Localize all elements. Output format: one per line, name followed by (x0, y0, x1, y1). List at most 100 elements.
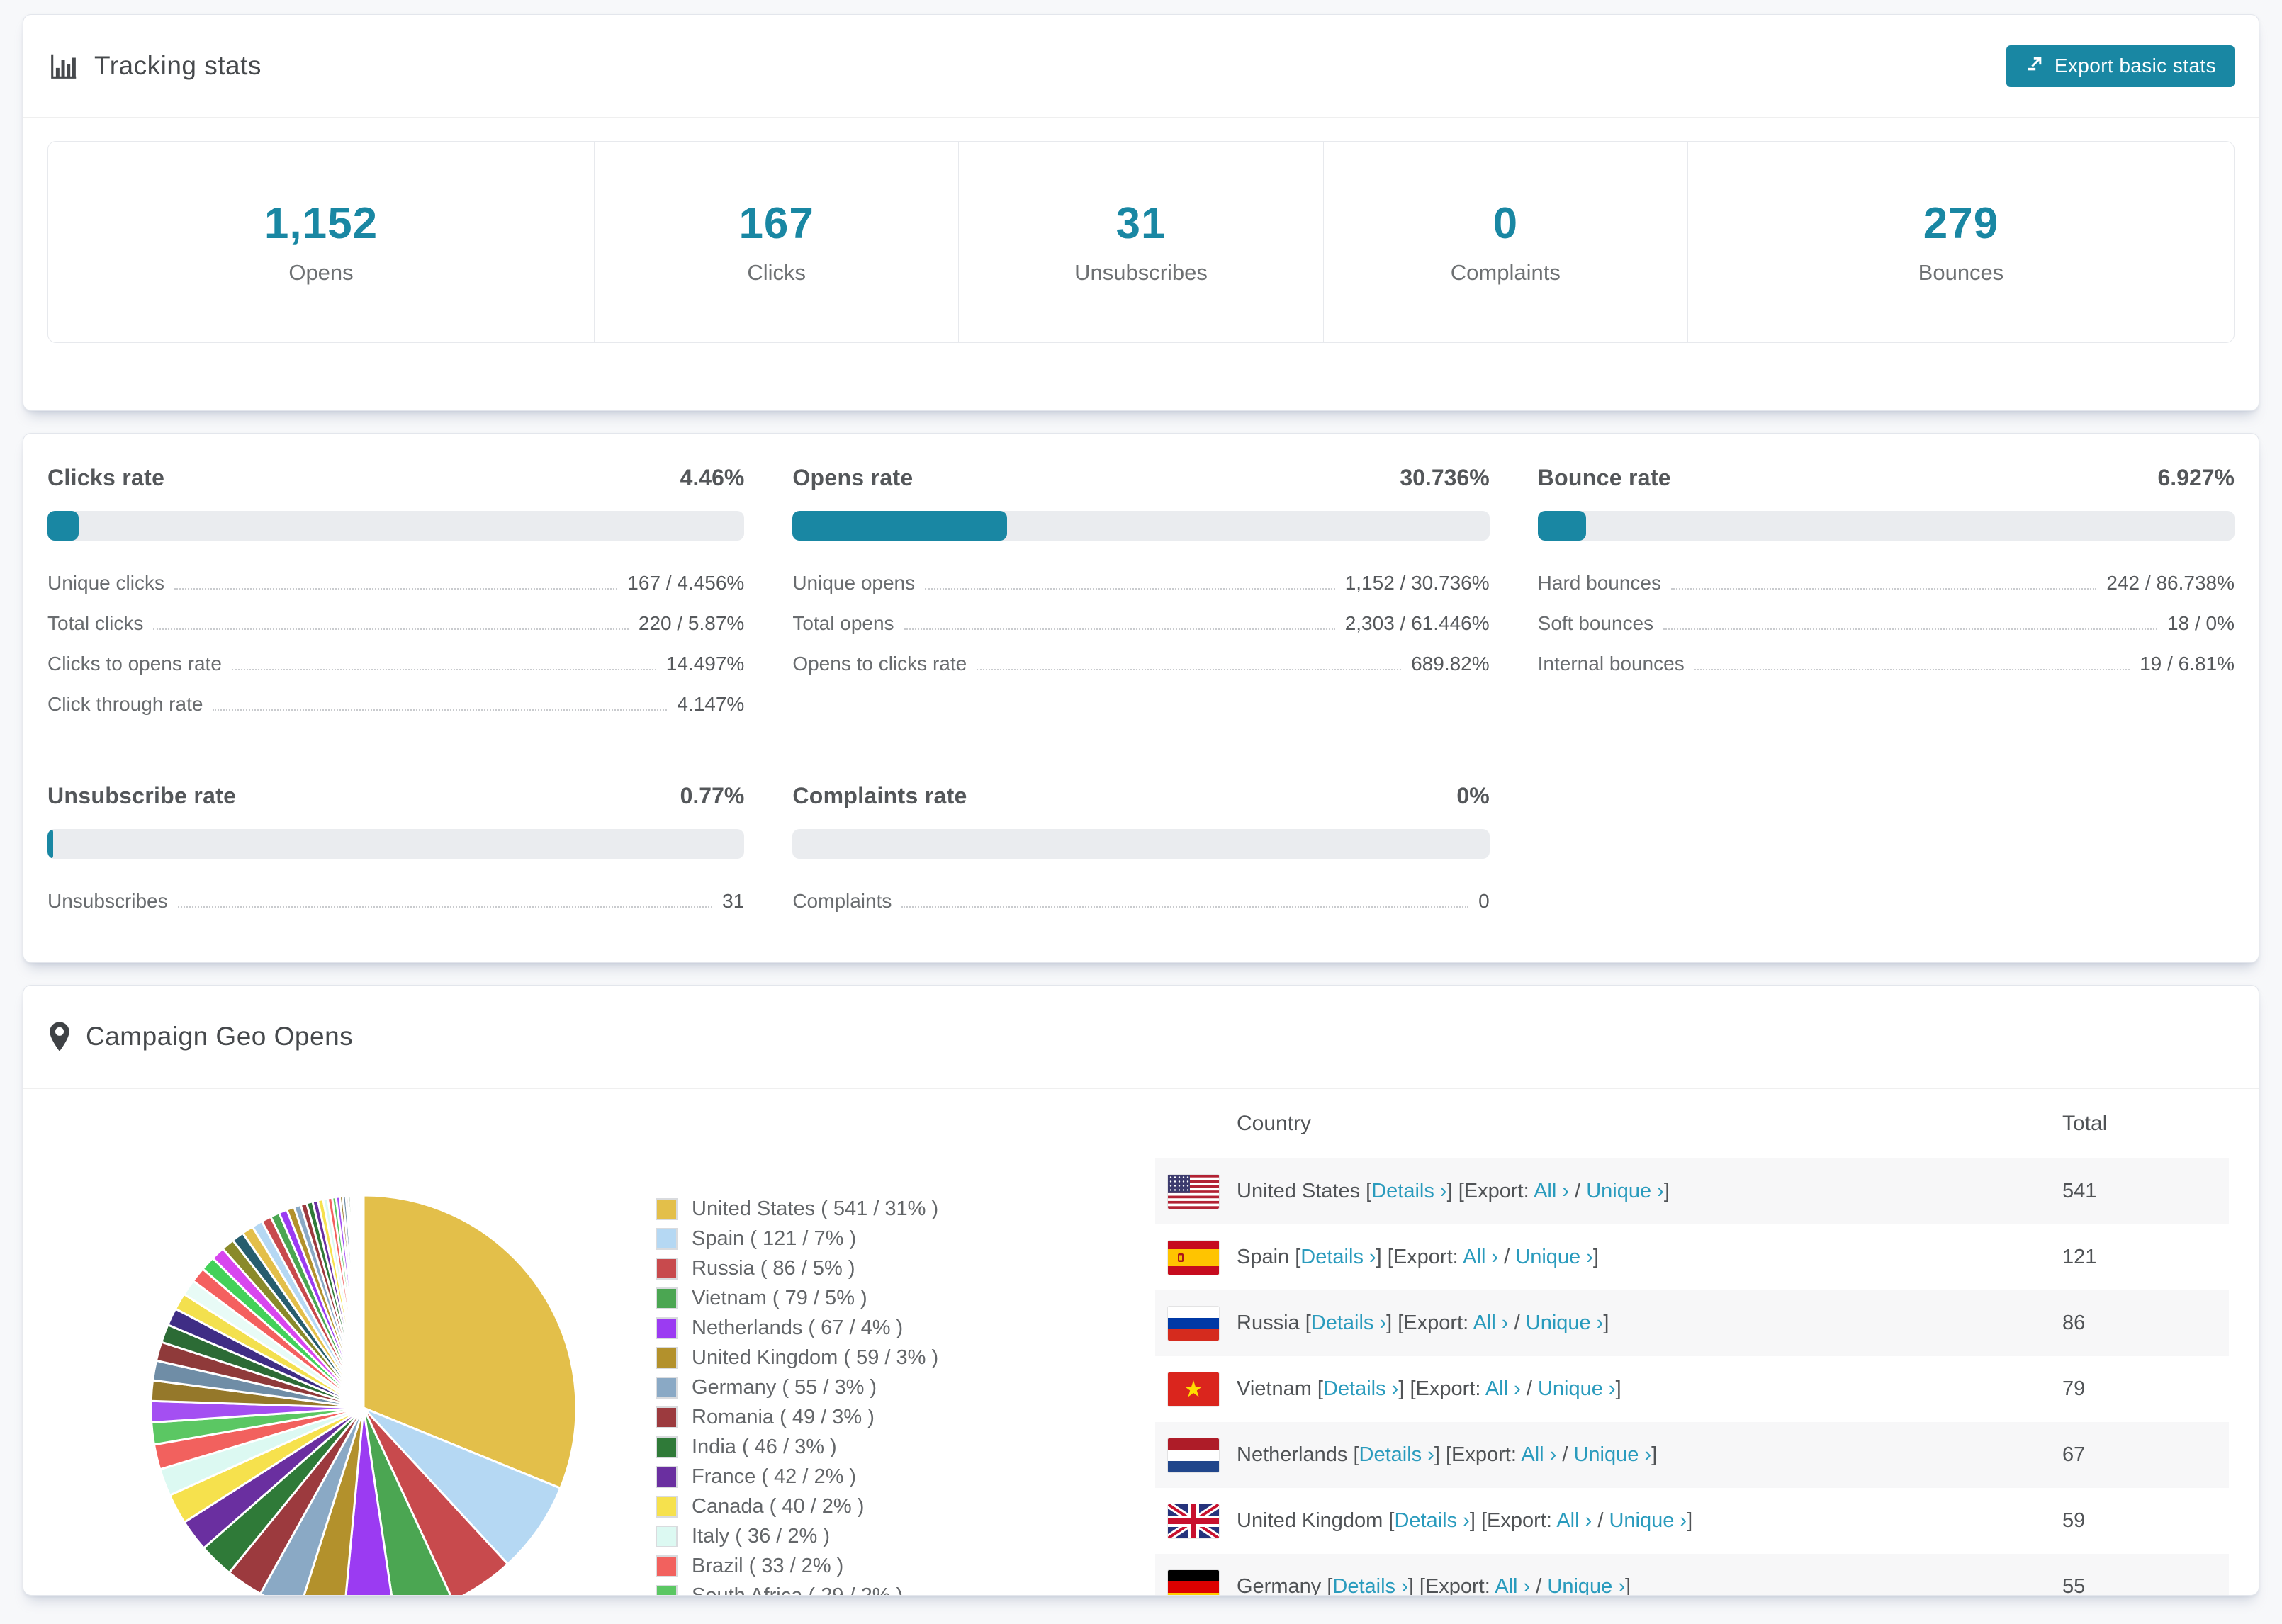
legend-item-germany[interactable]: Germany ( 55 / 3% ) (656, 1372, 938, 1402)
stat-detail-value: 220 / 5.87% (639, 612, 744, 635)
summary-stat-bounces: 279 Bounces (1688, 142, 2234, 342)
dotted-leader (174, 588, 617, 590)
rate-panel-complaints-rate: Complaints rate 0% Complaints 0 (792, 783, 1489, 930)
stat-detail-value: 18 / 0% (2167, 612, 2235, 635)
export-all-link[interactable]: All › (1534, 1180, 1569, 1202)
dotted-leader (1663, 628, 2157, 630)
map-pin-icon (47, 1021, 72, 1052)
flag-us-icon (1168, 1175, 1219, 1209)
dotted-leader (1671, 588, 2096, 590)
legend-item-canada[interactable]: Canada ( 40 / 2% ) (656, 1492, 938, 1521)
geo-table-row-nl: Netherlands [Details ›] [Export: All › /… (1155, 1422, 2229, 1488)
details-link[interactable]: Details › (1300, 1246, 1376, 1268)
column-header-total: Total (2062, 1112, 2229, 1136)
legend-swatch (656, 1526, 678, 1547)
export-unique-link[interactable]: Unique › (1538, 1377, 1616, 1400)
legend-label: Spain ( 121 / 7% ) (692, 1227, 856, 1251)
details-link[interactable]: Details › (1323, 1377, 1398, 1400)
export-unique-link[interactable]: Unique › (1547, 1575, 1625, 1596)
rate-head: Opens rate 30.736% (792, 465, 1489, 491)
rate-head: Unsubscribe rate 0.77% (47, 783, 744, 809)
export-unique-link[interactable]: Unique › (1526, 1312, 1604, 1334)
details-link[interactable]: Details › (1332, 1575, 1407, 1596)
legend-item-vietnam[interactable]: Vietnam ( 79 / 5% ) (656, 1283, 938, 1313)
rate-head: Clicks rate 4.46% (47, 465, 744, 491)
legend-item-romania[interactable]: Romania ( 49 / 3% ) (656, 1402, 938, 1432)
export-all-link[interactable]: All › (1485, 1377, 1521, 1400)
legend-item-russia[interactable]: Russia ( 86 / 5% ) (656, 1253, 938, 1283)
dotted-leader (901, 906, 1468, 908)
legend-item-spain[interactable]: Spain ( 121 / 7% ) (656, 1224, 938, 1253)
legend-swatch (656, 1585, 678, 1596)
stat-detail-label: Internal bounces (1538, 653, 1685, 675)
progress-fill (47, 829, 53, 859)
stat-detail-value: 14.497% (666, 653, 745, 675)
stat-detail-value: 19 / 6.81% (2140, 653, 2235, 675)
export-unique-link[interactable]: Unique › (1586, 1180, 1664, 1202)
export-button-label: Export basic stats (2055, 55, 2216, 77)
stat-detail-value: 242 / 86.738% (2106, 572, 2235, 594)
rate-head: Complaints rate 0% (792, 783, 1489, 809)
stat-detail-row: Total clicks 220 / 5.87% (47, 612, 744, 653)
stat-value: 1,152 (264, 198, 378, 249)
legend-item-india[interactable]: India ( 46 / 3% ) (656, 1432, 938, 1462)
export-all-link[interactable]: All › (1556, 1509, 1592, 1532)
legend-swatch (656, 1436, 678, 1458)
stat-label: Bounces (1918, 260, 2004, 286)
legend-item-brazil[interactable]: Brazil ( 33 / 2% ) (656, 1551, 938, 1581)
geo-table-row-ru: Russia [Details ›] [Export: All › / Uniq… (1155, 1290, 2229, 1356)
legend-item-south-africa[interactable]: South Africa ( 29 / 2% ) (656, 1581, 938, 1596)
stat-detail-row: Total opens 2,303 / 61.446% (792, 612, 1489, 653)
campaign-geo-opens-card: Campaign Geo Opens United States ( 541 /… (23, 985, 2259, 1596)
legend-swatch (656, 1228, 678, 1250)
export-all-link[interactable]: All › (1495, 1575, 1530, 1596)
progress-fill (47, 511, 79, 541)
legend-swatch (656, 1258, 678, 1280)
dotted-leader (178, 906, 713, 908)
geo-header: Campaign Geo Opens (23, 986, 2259, 1089)
geo-legend: United States ( 541 / 31% ) Spain ( 121 … (656, 1194, 938, 1596)
export-unique-link[interactable]: Unique › (1515, 1246, 1593, 1268)
flag-vn-icon (1168, 1372, 1219, 1406)
legend-label: Canada ( 40 / 2% ) (692, 1495, 864, 1518)
legend-item-france[interactable]: France ( 42 / 2% ) (656, 1462, 938, 1492)
rates-row-bottom: Unsubscribe rate 0.77% Unsubscribes 31 C… (23, 733, 2259, 930)
flag-ru-icon (1168, 1307, 1219, 1341)
dotted-leader (232, 669, 656, 670)
progress-bar (792, 511, 1489, 541)
stat-detail-row: Internal bounces 19 / 6.81% (1538, 653, 2235, 693)
progress-fill (1538, 511, 1586, 541)
details-link[interactable]: Details › (1394, 1509, 1469, 1532)
details-link[interactable]: Details › (1311, 1312, 1386, 1334)
tracking-stats-header: Tracking stats Export basic stats (23, 15, 2259, 118)
export-all-link[interactable]: All › (1473, 1312, 1509, 1334)
legend-label: Netherlands ( 67 / 4% ) (692, 1316, 903, 1340)
flag-de-icon (1168, 1570, 1219, 1596)
legend-item-netherlands[interactable]: Netherlands ( 67 / 4% ) (656, 1313, 938, 1343)
rates-row-top: Clicks rate 4.46% Unique clicks 167 / 4.… (23, 434, 2259, 733)
legend-item-united-states[interactable]: United States ( 541 / 31% ) (656, 1194, 938, 1224)
rate-title: Complaints rate (792, 783, 967, 809)
stat-value: 279 (1923, 198, 1999, 249)
stat-detail-row: Complaints 0 (792, 890, 1489, 930)
summary-stat-opens: 1,152 Opens (48, 142, 595, 342)
export-all-link[interactable]: All › (1463, 1246, 1498, 1268)
export-all-link[interactable]: All › (1521, 1443, 1556, 1466)
geo-table-row-vn: Vietnam [Details ›] [Export: All › / Uni… (1155, 1356, 2229, 1422)
bar-chart-icon (47, 50, 80, 82)
total-cell: 79 (2061, 1377, 2229, 1401)
export-unique-link[interactable]: Unique › (1573, 1443, 1651, 1466)
legend-item-italy[interactable]: Italy ( 36 / 2% ) (656, 1521, 938, 1551)
export-basic-stats-button[interactable]: Export basic stats (2006, 45, 2235, 87)
legend-item-united-kingdom[interactable]: United Kingdom ( 59 / 3% ) (656, 1343, 938, 1372)
stat-detail-row: Hard bounces 242 / 86.738% (1538, 572, 2235, 612)
stat-detail-label: Total clicks (47, 612, 143, 635)
details-link[interactable]: Details › (1371, 1180, 1446, 1202)
export-unique-link[interactable]: Unique › (1609, 1509, 1687, 1532)
legend-label: South Africa ( 29 / 2% ) (692, 1584, 903, 1596)
stat-detail-label: Soft bounces (1538, 612, 1653, 635)
legend-label: France ( 42 / 2% ) (692, 1465, 856, 1489)
details-link[interactable]: Details › (1359, 1443, 1434, 1466)
rate-title: Unsubscribe rate (47, 783, 236, 809)
country-cell: Russia [Details ›] [Export: All › / Uniq… (1237, 1312, 2061, 1335)
